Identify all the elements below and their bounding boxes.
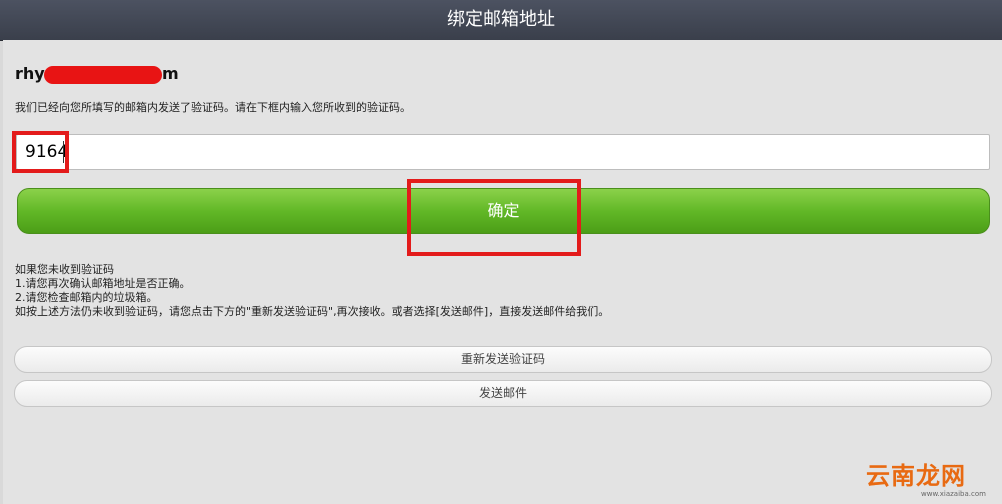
watermark-logo: 云南龙网 bbox=[866, 462, 966, 490]
highlight-box-confirm bbox=[407, 179, 581, 256]
watermark-url: www.xiazaiba.com bbox=[921, 490, 986, 498]
email-prefix: rhy bbox=[15, 64, 45, 83]
page-title: 绑定邮箱地址 bbox=[447, 9, 555, 30]
resend-code-button[interactable]: 重新发送验证码 bbox=[14, 346, 992, 373]
highlight-box-input bbox=[12, 131, 69, 173]
help-line: 1.请您再次确认邮箱地址是否正确。 bbox=[15, 277, 191, 290]
help-line: 2.请您检查邮箱内的垃圾箱。 bbox=[15, 291, 158, 304]
verification-code-input[interactable] bbox=[25, 141, 975, 163]
help-text: 如果您未收到验证码 1.请您再次确认邮箱地址是否正确。 2.请您检查邮箱内的垃圾… bbox=[15, 263, 609, 319]
title-bar: 绑定邮箱地址 bbox=[0, 0, 1002, 41]
help-line: 如按上述方法仍未收到验证码，请您点击下方的"重新发送验证码",再次接收。或者选择… bbox=[15, 305, 610, 318]
send-mail-button[interactable]: 发送邮件 bbox=[14, 380, 992, 407]
redaction-mark bbox=[44, 66, 162, 84]
info-message: 我们已经向您所填写的邮箱内发送了验证码。请在下框内输入您所收到的验证码。 bbox=[15, 101, 411, 114]
email-suffix: m bbox=[162, 64, 179, 83]
help-line: 如果您未收到验证码 bbox=[15, 263, 114, 276]
verification-code-field[interactable] bbox=[16, 134, 990, 170]
